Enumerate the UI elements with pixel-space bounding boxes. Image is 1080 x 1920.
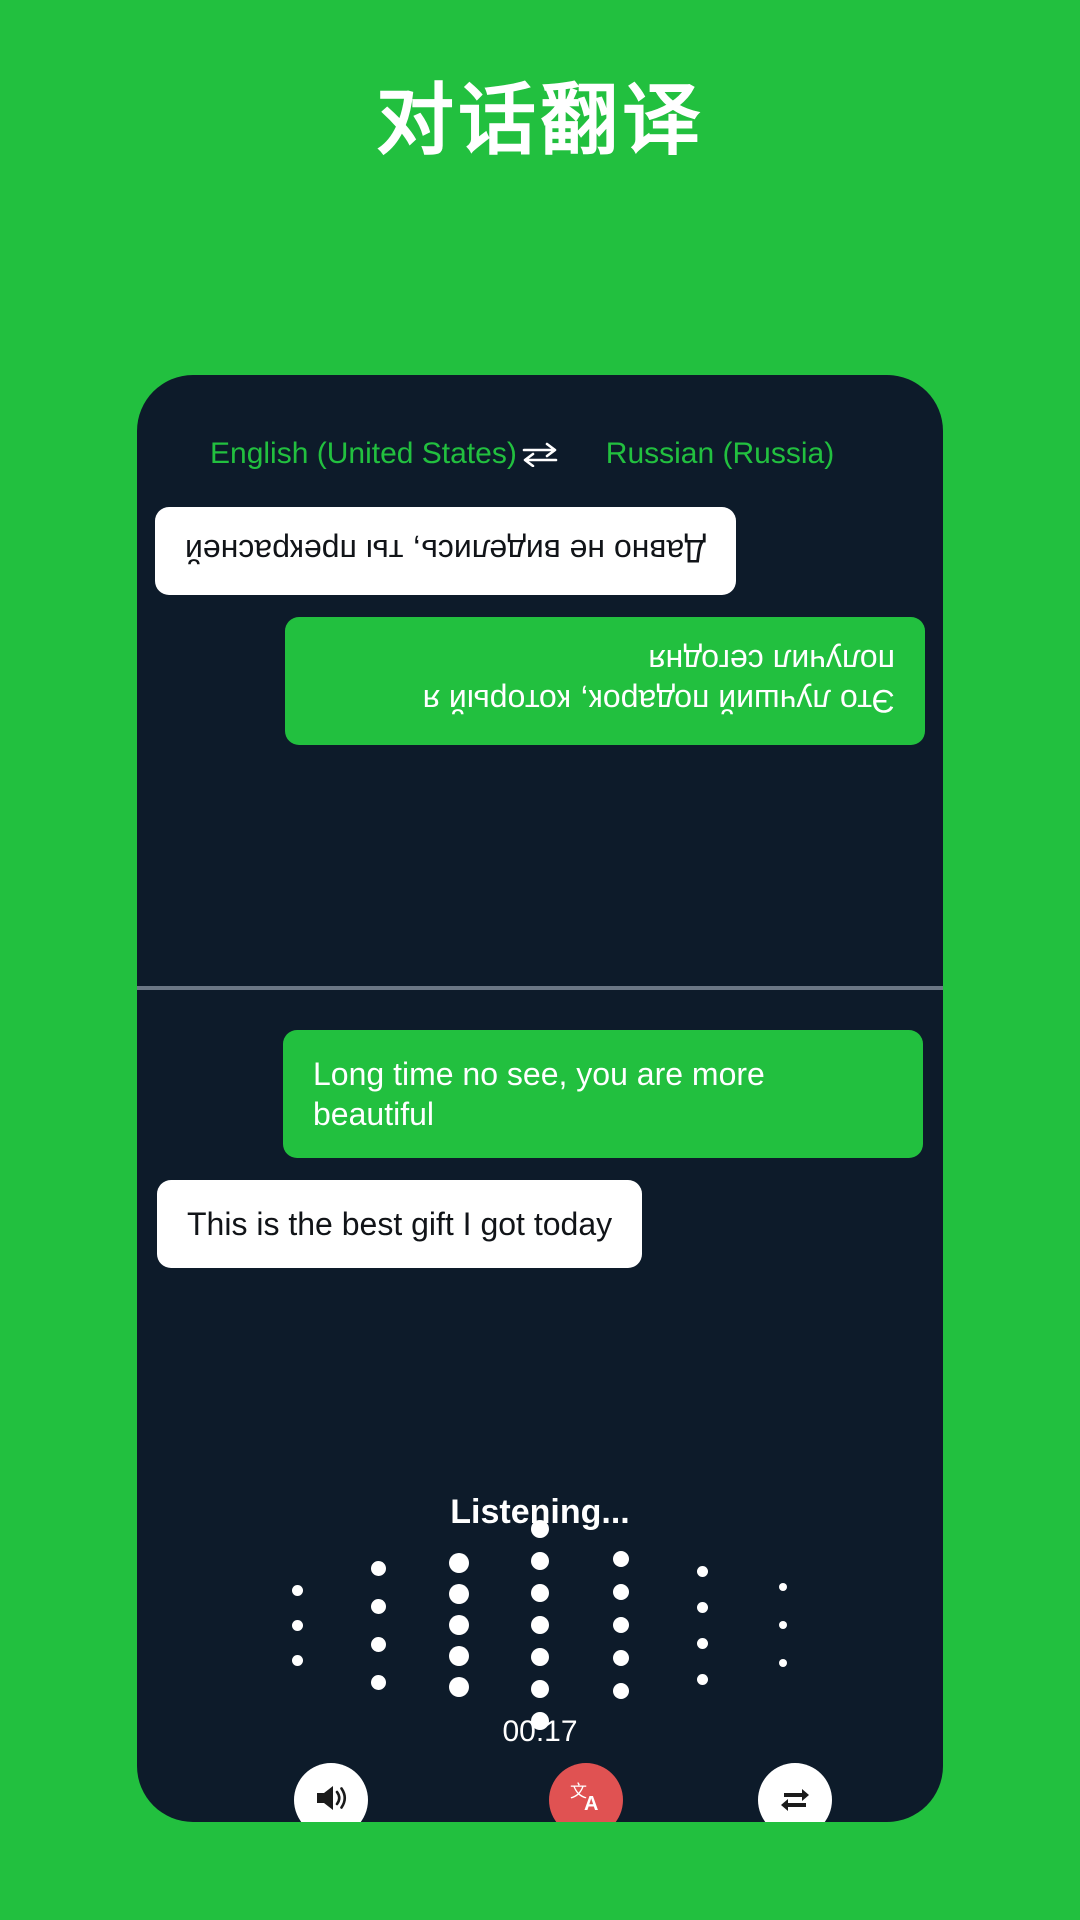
waveform-dot [370, 1560, 386, 1576]
translate-icon: 文 A [565, 1777, 607, 1823]
waveform-dot [370, 1636, 386, 1652]
waveform-column [662, 1535, 743, 1715]
waveform-dot [613, 1683, 629, 1699]
waveform-dot [696, 1673, 708, 1685]
waveform-dot [449, 1615, 469, 1635]
language-bar: English (United States) Russian (Russia) [137, 437, 943, 471]
message-bubble[interactable]: Long time no see, you are more beautiful [283, 1030, 923, 1158]
toggle-button-circle [758, 1763, 833, 1823]
waveform-dot [449, 1553, 469, 1573]
speaker-button-circle [293, 1763, 368, 1823]
waveform-dot [613, 1584, 629, 1600]
page-title: 对话翻译 [375, 76, 704, 164]
svg-text:A: A [584, 1793, 598, 1815]
waveform-column [743, 1535, 824, 1715]
local-conversation-pane: Long time no see, you are more beautiful… [137, 990, 943, 1420]
waveform-dot [531, 1648, 549, 1666]
repeat-swap-icon [775, 1778, 815, 1823]
control-bar: Speaker is on 文 A Quit [137, 1763, 943, 1822]
waveform-dot [449, 1584, 469, 1604]
waveform-column [257, 1535, 338, 1715]
waveform-column [581, 1535, 662, 1715]
message-bubble[interactable]: This is the best gift I got today [157, 1180, 643, 1268]
waveform-dot [779, 1659, 787, 1667]
waveform-dot [531, 1680, 549, 1698]
remote-conversation-pane: Это лучший подарок, который я получил се… [137, 485, 943, 987]
waveform-dot [291, 1619, 303, 1631]
waveform-dot [696, 1637, 708, 1649]
toggle-button[interactable]: Toggle [753, 1763, 838, 1822]
target-language-selector[interactable]: Russian (Russia) [570, 437, 870, 471]
waveform-dot [291, 1654, 303, 1666]
waveform-dot [291, 1584, 303, 1596]
waveform-column [500, 1520, 581, 1730]
waveform-dot [696, 1565, 708, 1577]
phone-mockup: English (United States) Russian (Russia)… [137, 375, 943, 1822]
waveform-dot [531, 1616, 549, 1634]
speaker-button[interactable]: Speaker is on [242, 1763, 419, 1822]
waveform-dot [531, 1584, 549, 1602]
swap-horizontal-icon[interactable] [510, 441, 570, 467]
quit-button[interactable]: 文 A Quit [548, 1763, 623, 1823]
waveform-dot [696, 1601, 708, 1613]
quit-button-circle: 文 A [548, 1763, 623, 1823]
waveform-dot [531, 1520, 549, 1538]
waveform-dot [370, 1598, 386, 1614]
recording-timer: 00:17 [502, 1715, 578, 1748]
waveform-dot [779, 1621, 787, 1629]
waveform-dot [449, 1646, 469, 1666]
speaker-on-icon [311, 1778, 351, 1823]
message-bubble[interactable]: Давно не виделись, ты прекрасней [155, 507, 736, 595]
waveform-column [419, 1535, 500, 1715]
waveform-dot [613, 1551, 629, 1567]
waveform-dot [613, 1650, 629, 1666]
waveform-dot [613, 1617, 629, 1633]
audio-waveform [137, 1520, 943, 1730]
waveform-dot [779, 1583, 787, 1591]
waveform-column [338, 1535, 419, 1715]
waveform-dot [449, 1677, 469, 1697]
source-language-selector[interactable]: English (United States) [210, 437, 517, 471]
message-bubble[interactable]: Это лучший подарок, который я получил се… [285, 617, 925, 745]
waveform-dot [370, 1674, 386, 1690]
waveform-dot [531, 1552, 549, 1570]
